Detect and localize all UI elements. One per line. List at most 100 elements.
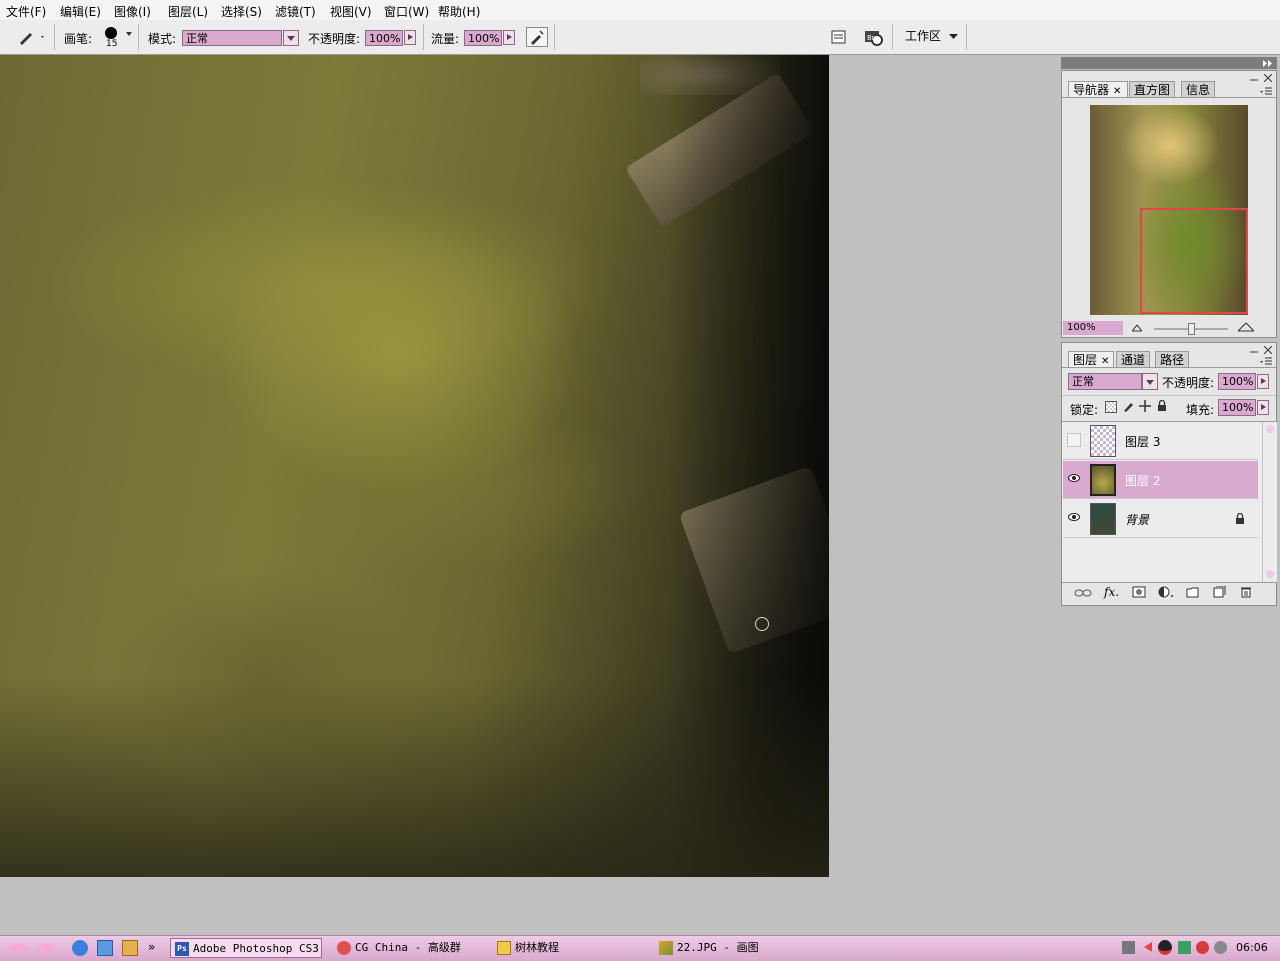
start-button[interactable]: [4, 939, 60, 957]
layer-opacity-input[interactable]: 100%: [1218, 373, 1256, 390]
close-icon[interactable]: ✕: [1101, 356, 1109, 367]
mode-select[interactable]: 正常: [182, 30, 282, 46]
eye-icon[interactable]: [1067, 511, 1081, 525]
taskbar-button-label: Adobe Photoshop CS3: [193, 942, 319, 955]
tab-paths[interactable]: 路径: [1155, 351, 1190, 367]
app-tray-icon[interactable]: [1178, 941, 1191, 954]
layer-name[interactable]: 背景: [1125, 511, 1149, 528]
workspace-label: 工作区: [905, 29, 942, 43]
collapse-icon: [1263, 60, 1272, 67]
zoom-in-icon[interactable]: [1238, 322, 1254, 332]
taskbar-folder-button[interactable]: 树林教程: [493, 938, 645, 958]
lock-position-icon[interactable]: [1139, 400, 1151, 412]
close-icon[interactable]: ✕: [1113, 86, 1121, 97]
layer-name[interactable]: 图层 3: [1125, 433, 1160, 450]
layer-opacity-slider-button[interactable]: [1257, 374, 1269, 389]
panel-menu-icon[interactable]: [1260, 357, 1272, 365]
taskbar-button-label: CG China - 高级群: [355, 941, 461, 954]
link-layers-icon[interactable]: [1074, 588, 1092, 598]
blend-mode-select[interactable]: 正常: [1068, 373, 1142, 390]
tab-channels[interactable]: 通道: [1116, 351, 1151, 367]
layer-name[interactable]: 图层 2: [1125, 472, 1160, 489]
close-icon[interactable]: [1264, 74, 1272, 82]
layer-row[interactable]: 背景: [1063, 500, 1258, 538]
flow-slider-button[interactable]: [503, 30, 515, 45]
zoom-slider-thumb[interactable]: [1188, 323, 1195, 335]
flow-input[interactable]: 100%: [464, 30, 502, 46]
minimize-icon[interactable]: [1250, 75, 1258, 81]
opacity-input[interactable]: 100%: [365, 30, 403, 46]
add-mask-icon[interactable]: [1132, 586, 1146, 598]
menu-filter[interactable]: 滤镜(T): [275, 3, 316, 20]
lock-all-icon[interactable]: [1156, 400, 1168, 412]
canvas-shadow-bottom: [0, 677, 829, 877]
airbrush-toggle[interactable]: [526, 27, 548, 47]
adjustment-layer-icon[interactable]: [1158, 586, 1174, 598]
keyboard-tray-icon[interactable]: [1122, 941, 1135, 954]
new-layer-icon[interactable]: [1212, 586, 1226, 598]
explorer-quicklaunch-icon[interactable]: [97, 940, 113, 956]
volume-tray-icon[interactable]: [1214, 941, 1227, 954]
panel-menu-icon[interactable]: [1260, 87, 1272, 95]
lock-transparency-icon[interactable]: [1105, 401, 1117, 413]
panel-dock-grip[interactable]: [1061, 57, 1277, 69]
opacity-label: 不透明度:: [308, 32, 361, 46]
navigator-view-box[interactable]: [1140, 208, 1248, 314]
flow-label: 流量:: [431, 32, 460, 46]
bridge-button[interactable]: Br: [862, 26, 886, 48]
brush-size-picker[interactable]: 15: [104, 25, 134, 53]
tab-layers[interactable]: 图层 ✕: [1068, 351, 1114, 367]
layers-scrollbar[interactable]: [1262, 422, 1277, 582]
media-tray-icon[interactable]: [1196, 941, 1209, 954]
chevron-down-icon: [287, 36, 295, 41]
paint-icon: [659, 941, 673, 955]
chevron-down-icon: [948, 33, 958, 39]
fill-input[interactable]: 100%: [1218, 399, 1256, 416]
workspace-menu[interactable]: 工作区: [905, 27, 959, 45]
app-quicklaunch-icon[interactable]: [122, 940, 138, 956]
close-icon[interactable]: [1264, 346, 1272, 354]
taskbar-chat-button[interactable]: CG China - 高级群: [333, 938, 485, 958]
zoom-out-icon[interactable]: [1132, 324, 1142, 332]
ie-quicklaunch-icon[interactable]: [72, 940, 88, 956]
scroll-down-button[interactable]: [1266, 570, 1274, 578]
mode-dropdown-button[interactable]: [283, 30, 299, 46]
tab-histogram[interactable]: 直方图: [1129, 81, 1176, 97]
navigator-zoom-input[interactable]: 100%: [1063, 321, 1123, 335]
menu-layer[interactable]: 图层(L): [168, 3, 208, 20]
tab-navigator[interactable]: 导航器 ✕: [1068, 81, 1128, 97]
palette-well-button[interactable]: [830, 28, 848, 46]
brush-size-value: 15: [106, 39, 118, 49]
scroll-up-button[interactable]: [1266, 425, 1274, 433]
minimize-icon[interactable]: [1250, 347, 1258, 353]
layer-row[interactable]: 图层 3: [1063, 422, 1258, 460]
menu-view[interactable]: 视图(V): [330, 3, 372, 20]
visibility-toggle[interactable]: [1067, 433, 1081, 447]
arrow-tray-icon[interactable]: [1144, 942, 1152, 952]
more-quicklaunch-icon[interactable]: »: [148, 940, 155, 954]
taskbar-photoshop-button[interactable]: Ps Adobe Photoshop CS3: [170, 938, 322, 958]
trash-icon[interactable]: [1240, 586, 1252, 598]
taskbar-paint-button[interactable]: 22.JPG - 画图: [655, 938, 807, 958]
menu-help[interactable]: 帮助(H): [438, 3, 480, 20]
menu-window[interactable]: 窗口(W): [384, 3, 429, 20]
menu-select[interactable]: 选择(S): [221, 3, 262, 20]
lock-pixels-icon[interactable]: [1122, 400, 1134, 412]
tab-info[interactable]: 信息: [1181, 81, 1216, 97]
menu-file[interactable]: 文件(F): [6, 3, 46, 20]
fx-icon[interactable]: fx.: [1104, 585, 1119, 599]
tool-preset-picker[interactable]: [16, 28, 46, 46]
document-canvas[interactable]: [0, 55, 829, 877]
blend-mode-dropdown[interactable]: [1142, 373, 1158, 390]
fill-slider-button[interactable]: [1257, 400, 1269, 415]
mode-label: 模式:: [148, 32, 177, 46]
layer-row-selected[interactable]: 图层 2: [1063, 461, 1258, 499]
opacity-slider-button[interactable]: [404, 30, 416, 45]
new-group-icon[interactable]: [1186, 586, 1200, 598]
eye-icon[interactable]: [1067, 472, 1081, 486]
navigator-thumbnail[interactable]: [1090, 105, 1248, 315]
layers-list: 图层 3 图层 2 背景: [1062, 422, 1262, 582]
menu-edit[interactable]: 编辑(E): [60, 3, 101, 20]
menu-image[interactable]: 图像(I): [114, 3, 151, 20]
qq-tray-icon[interactable]: [1158, 940, 1172, 955]
